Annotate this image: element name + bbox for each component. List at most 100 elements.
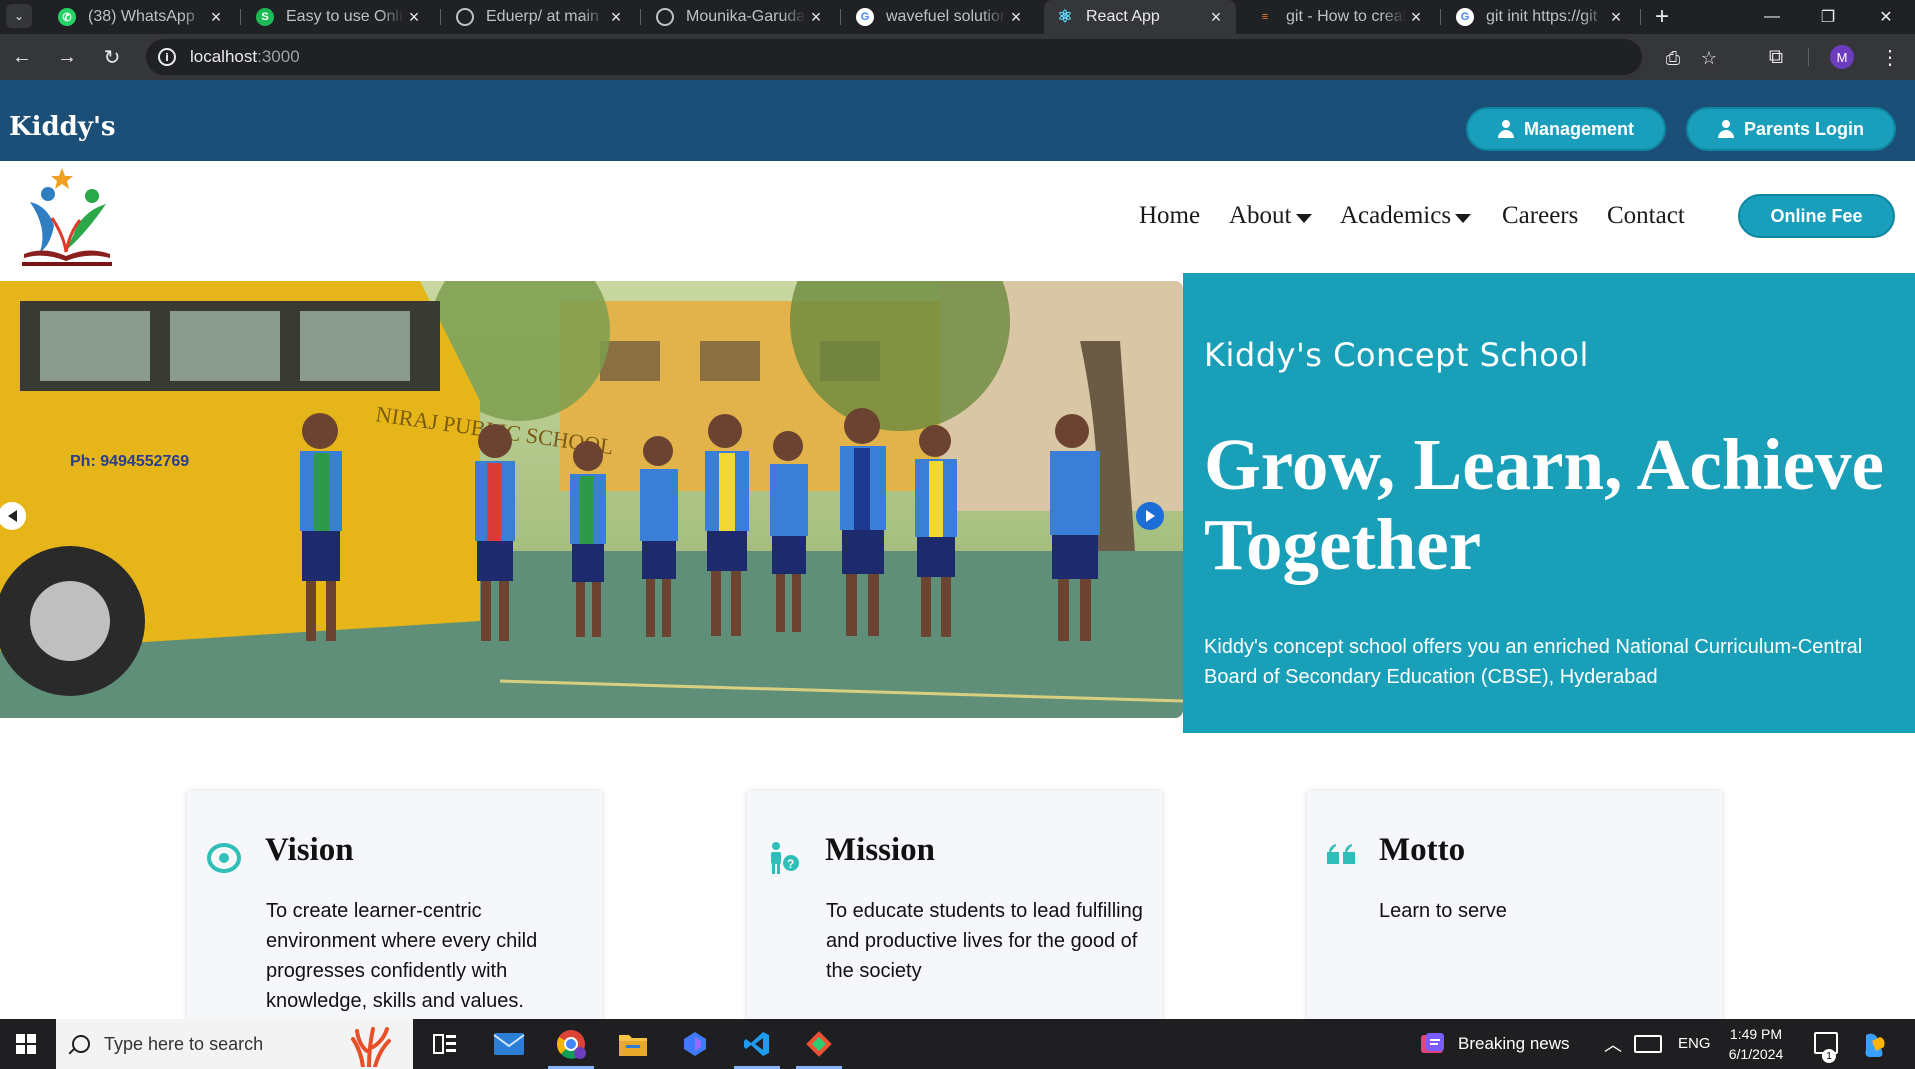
tab-separator [640, 9, 641, 25]
nav-academics[interactable]: Academics [1340, 202, 1472, 230]
user-icon [1717, 120, 1734, 138]
mission-title: Mission [825, 832, 936, 868]
tab-search-button[interactable]: ⌄ [6, 4, 32, 28]
close-icon[interactable]: × [1006, 7, 1026, 28]
nav-contact[interactable]: Contact [1607, 202, 1685, 230]
site-info-icon[interactable]: i [158, 48, 176, 66]
vscode-icon[interactable] [728, 1019, 786, 1069]
close-icon[interactable]: × [806, 7, 826, 28]
copilot-tray-icon[interactable] [1860, 1031, 1888, 1059]
tab-separator [840, 9, 841, 25]
students-photo: Ph: 9494552769 NIRAJ PUBLIC SCHOOL [0, 281, 1183, 718]
nav-contact-label: Contact [1607, 202, 1685, 229]
tab-easy-to-use[interactable]: S Easy to use Online × [244, 0, 434, 34]
google-icon: G [856, 8, 874, 26]
profile-avatar[interactable]: M [1830, 45, 1854, 69]
close-icon[interactable]: × [1606, 7, 1626, 28]
stackoverflow-icon: ≡ [1261, 11, 1269, 23]
nav-about[interactable]: About [1229, 202, 1312, 230]
toolbar-divider [1808, 48, 1809, 66]
new-tab-button[interactable]: + [1648, 3, 1676, 31]
windows-taskbar: Type here to search Breaking news ︿ ENG … [0, 1019, 1915, 1069]
tab-react-app[interactable]: ⚛ React App × [1044, 0, 1236, 34]
s-icon: S [256, 8, 274, 26]
minimize-button[interactable]: — [1744, 0, 1800, 34]
language-indicator[interactable]: ENG [1678, 1035, 1711, 1052]
nav-careers[interactable]: Careers [1502, 202, 1578, 230]
close-icon[interactable]: × [606, 7, 626, 28]
parents-login-button[interactable]: Parents Login [1686, 107, 1896, 151]
tab-separator [1440, 9, 1441, 25]
whatsapp-icon: ✆ [58, 8, 76, 26]
hero-subtitle: Kiddy's Concept School [1204, 336, 1589, 374]
close-icon[interactable]: × [1206, 7, 1226, 28]
extensions-icon[interactable]: ⧉ [1762, 43, 1790, 71]
tab-git-how-to[interactable]: ≡ git - How to create × [1244, 0, 1436, 34]
mission-text: To educate students to lead fulfilling a… [826, 900, 1143, 982]
search-icon [72, 1035, 90, 1053]
browser-toolbar: ← → ↻ i localhost:3000 ⎙ ☆ ⧉ M ⋮ [0, 34, 1915, 80]
chrome-app-icon[interactable] [542, 1019, 600, 1069]
eye-icon [206, 840, 242, 876]
github-icon [456, 8, 474, 26]
url-port: :3000 [257, 47, 300, 66]
tab-git-init[interactable]: G git init https://git × [1444, 0, 1636, 34]
tab-title: git init https://git [1486, 8, 1598, 25]
forward-button[interactable]: → [53, 43, 81, 71]
browser-tab-strip: ⌄ ✆ (38) WhatsApp × S Easy to use Online… [0, 0, 1915, 34]
breaking-news-text[interactable]: Breaking news [1458, 1034, 1570, 1054]
brand-title[interactable]: Kiddy's [9, 112, 116, 142]
nav-academics-label: Academics [1340, 202, 1452, 229]
windows-logo-icon [16, 1034, 36, 1054]
coral-search-highlight-icon [351, 1027, 391, 1067]
school-logo[interactable] [14, 166, 118, 270]
motto-text: Learn to serve [1379, 900, 1507, 922]
tab-title: React App [1086, 8, 1160, 25]
bookmark-star-icon[interactable]: ☆ [1698, 47, 1720, 69]
online-fee-button[interactable]: Online Fee [1738, 194, 1895, 238]
bus-phone-text: Ph: 9494552769 [70, 453, 189, 470]
taskbar-search-box[interactable]: Type here to search [56, 1019, 413, 1069]
close-window-button[interactable]: ✕ [1858, 0, 1914, 34]
user-icon [1497, 120, 1514, 138]
install-app-icon[interactable]: ⎙ [1662, 47, 1684, 69]
tab-title: Easy to use Online [286, 8, 404, 25]
google-icon: G [1456, 8, 1474, 26]
file-explorer-icon[interactable] [604, 1019, 662, 1069]
nav-about-label: About [1229, 202, 1292, 229]
tab-eduerp[interactable]: Eduerp/ at main × [444, 0, 636, 34]
copilot-icon[interactable] [666, 1019, 724, 1069]
keyboard-icon[interactable] [1634, 1035, 1662, 1053]
close-icon[interactable]: × [206, 7, 226, 28]
tray-chevron-up-icon[interactable]: ︿ [1604, 1031, 1622, 1057]
task-view-icon[interactable] [416, 1019, 474, 1069]
caret-down-icon [1455, 213, 1472, 223]
close-icon[interactable]: × [1406, 7, 1426, 28]
tab-separator [1640, 9, 1641, 25]
tab-title: (38) WhatsApp [88, 8, 195, 25]
restore-button[interactable]: ❐ [1800, 0, 1856, 34]
start-button[interactable] [0, 1019, 52, 1069]
hero-title: Grow, Learn, Achieve Together [1204, 424, 1884, 585]
carousel-next-button[interactable] [1136, 502, 1164, 530]
back-button[interactable]: ← [8, 43, 36, 71]
nav-home[interactable]: Home [1139, 202, 1200, 230]
tab-mounika-garuda[interactable]: Mounika-Garuda × [644, 0, 836, 34]
reload-button[interactable]: ↻ [98, 43, 126, 71]
arrow-left-icon [7, 510, 17, 522]
tab-wavefuel[interactable]: G wavefuel solutions × [844, 0, 1036, 34]
git-app-icon[interactable] [790, 1019, 848, 1069]
address-bar[interactable]: i localhost:3000 ⎙ ☆ [146, 39, 1717, 75]
hero-description: Kiddy's concept school offers you an enr… [1204, 636, 1863, 688]
taskbar-clock[interactable]: 1:49 PM 6/1/2024 [1716, 1024, 1796, 1064]
news-widget-icon[interactable] [1420, 1031, 1446, 1057]
close-icon[interactable]: × [404, 7, 424, 28]
management-button[interactable]: Management [1466, 107, 1666, 151]
mail-app-icon[interactable] [480, 1019, 538, 1069]
vision-text: To create learner-centric environment wh… [266, 900, 538, 1012]
chrome-menu-icon[interactable]: ⋮ [1876, 43, 1904, 71]
tab-whatsapp[interactable]: ✆ (38) WhatsApp × [46, 0, 236, 34]
search-placeholder: Type here to search [104, 1033, 264, 1054]
clock-date: 6/1/2024 [1728, 1046, 1784, 1062]
hero-carousel-image: Ph: 9494552769 NIRAJ PUBLIC SCHOOL [0, 281, 1183, 718]
